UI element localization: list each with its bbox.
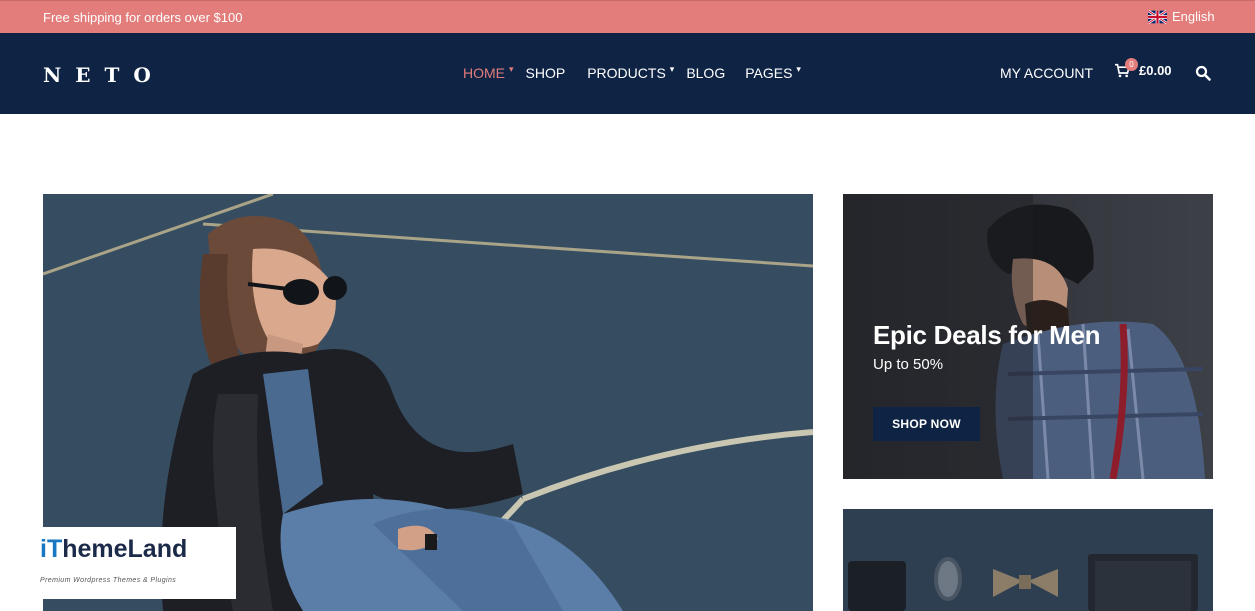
site-header: NETO HOME ▾ SHOP PRODUCTS ▾ BLOG PAGES ▾… [0,33,1255,114]
mini-cart[interactable]: 0 £0.00 [1114,58,1172,78]
watermark-brand-rest: hemeLand [62,535,188,563]
nav-blog-label: BLOG [686,65,726,81]
nav-pages-label: PAGES [745,65,793,81]
search-icon[interactable] [1195,65,1211,81]
language-label: English [1172,9,1215,24]
free-shipping-text: Free shipping for orders over $100 [43,10,243,25]
site-logo[interactable]: NETO [43,63,165,87]
promo-banner-accessories[interactable] [843,509,1213,611]
chevron-down-icon: ▾ [669,63,675,74]
promo-banner-men[interactable]: Epic Deals for Men Up to 50% SHOP NOW [843,194,1213,479]
promo-title: Epic Deals for Men [873,320,1101,350]
chevron-down-icon: ▾ [796,63,801,74]
cart-count-badge: 0 [1125,58,1138,71]
nav-products-label: PRODUCTS [587,65,666,81]
nav-home[interactable]: HOME ▾ [463,63,514,82]
shop-now-button[interactable]: SHOP NOW [873,407,980,441]
nav-blog[interactable]: BLOG [686,65,725,81]
nav-home-label: HOME [463,65,505,81]
watermark-brand-prefix: iT [40,535,63,563]
promo-subtitle: Up to 50% [873,356,944,373]
my-account-link[interactable]: MY ACCOUNT [1000,65,1093,81]
watermark-logo: iThemeLand [40,535,187,564]
promo-accessories-photo [843,509,1213,611]
flag-uk-icon [1148,9,1167,24]
announcement-bar: Free shipping for orders over $100 Engli… [0,0,1255,33]
ithemeland-watermark: iThemeLand Premium Wordpress Themes & Pl… [31,527,236,599]
language-switcher[interactable]: English [1148,9,1215,24]
nav-pages[interactable]: PAGES ▾ [745,63,801,82]
cart-total: £0.00 [1139,63,1172,78]
main-navigation: HOME ▾ SHOP PRODUCTS ▾ BLOG PAGES ▾ [463,63,801,82]
nav-products[interactable]: PRODUCTS ▾ [587,63,675,82]
nav-shop-label: SHOP [525,65,566,81]
chevron-down-icon: ▾ [509,63,514,74]
watermark-tagline: Premium Wordpress Themes & Plugins [40,577,177,584]
nav-shop[interactable]: SHOP [526,65,566,81]
